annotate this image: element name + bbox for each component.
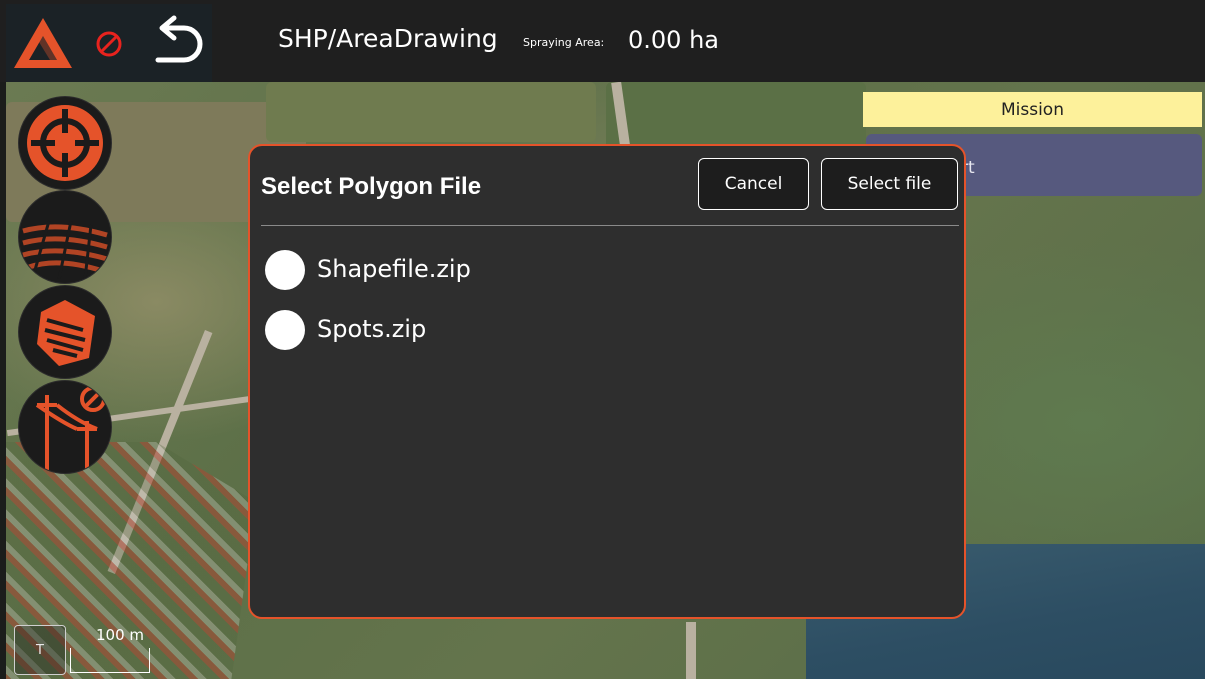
page-title: SHP/AreaDrawing [278,24,498,53]
polygon-layers-icon [37,300,95,366]
crosshair-button[interactable] [18,96,112,190]
map-field [266,82,596,142]
map-field [606,82,866,152]
crosshair-target-icon [27,105,103,181]
spraying-area-label: Spraying Area: [523,36,605,49]
logo-icon[interactable] [12,16,74,70]
radio-button[interactable] [265,310,305,350]
power-line-button[interactable] [18,380,112,474]
file-option[interactable]: Shapefile.zip [265,248,925,292]
dialog-title: Select Polygon File [261,173,482,200]
select-file-button[interactable]: Select file [821,158,958,210]
polygon-layers-button[interactable] [18,285,112,379]
radio-button[interactable] [265,250,305,290]
field-rows-icon [22,220,108,280]
map-type-toggle[interactable]: T [14,625,66,675]
file-name: Spots.zip [317,315,427,343]
cancel-button[interactable]: Cancel [698,158,809,210]
file-name: Shapefile.zip [317,255,471,283]
map-road [686,622,696,679]
dialog-divider [261,225,959,226]
spraying-area-value: 0.00 ha [628,26,719,54]
mission-header: Mission [863,92,1202,127]
scale-label: 100 m [96,626,145,644]
file-option[interactable]: Spots.zip [265,308,925,352]
power-line-icon [35,386,106,471]
no-fly-icon[interactable] [94,29,124,59]
back-arrow-icon[interactable] [146,14,208,74]
field-rows-button[interactable] [18,190,112,284]
scale-bar [70,648,150,673]
top-bar: SHP/AreaDrawing Spraying Area: 0.00 ha [0,0,1205,82]
select-polygon-dialog: Select Polygon File Cancel Select file S… [248,144,966,619]
